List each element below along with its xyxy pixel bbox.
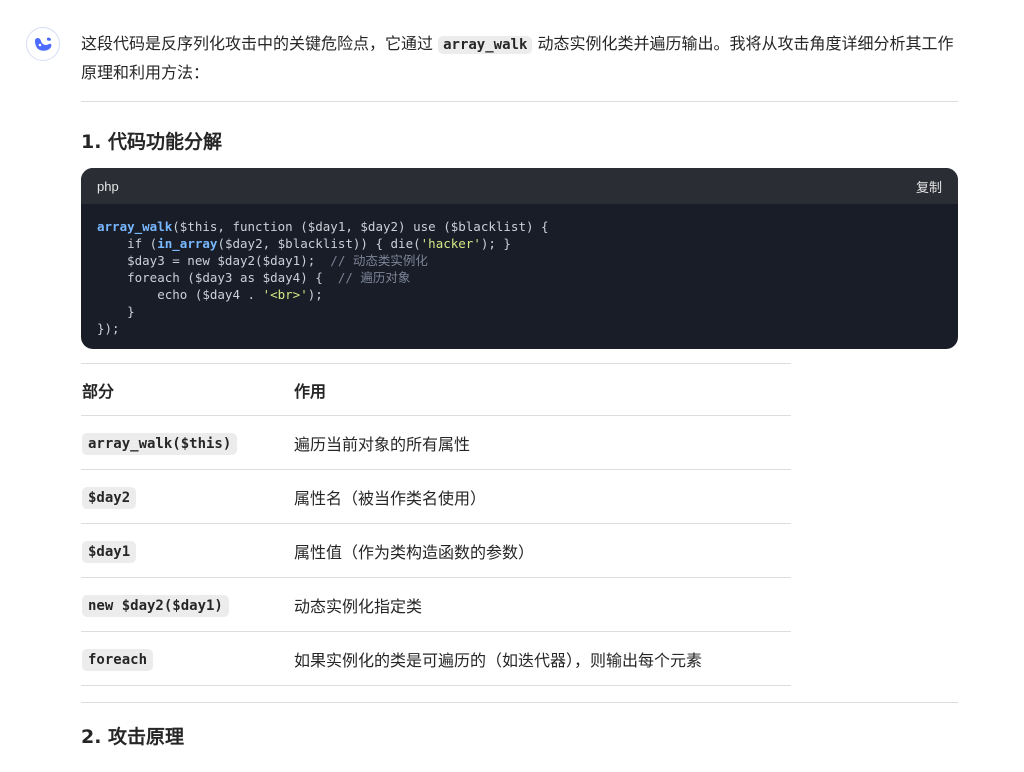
- table-cell-part: new $day2($day1): [81, 577, 293, 632]
- table-code: new $day2($day1): [82, 595, 229, 617]
- table-row: new $day2($day1) 动态实例化指定类: [81, 577, 791, 632]
- code-line: $day3 = new $day2($day1); // 动态类实例化: [97, 253, 428, 268]
- code-block: php 复制 array_walk($this, function ($day1…: [81, 168, 958, 349]
- code-language-label: php: [97, 178, 119, 194]
- table-code: $day1: [82, 541, 137, 563]
- table-header-role: 作用: [293, 363, 791, 416]
- table-cell-role: 遍历当前对象的所有属性: [293, 415, 791, 470]
- inline-code-array-walk: array_walk: [438, 36, 533, 54]
- table-cell-part: array_walk($this): [81, 415, 293, 470]
- table-code: foreach: [82, 649, 154, 671]
- divider: [81, 101, 958, 102]
- assistant-avatar: [26, 27, 60, 61]
- intro-paragraph: 这段代码是反序列化攻击中的关键危险点，它通过 array_walk 动态实例化类…: [81, 30, 958, 87]
- copy-button[interactable]: 复制: [916, 177, 942, 196]
- code-line: });: [97, 321, 120, 336]
- table-row: foreach 如果实例化的类是可遍历的（如迭代器），则输出每个元素: [81, 631, 791, 686]
- code-line: if (in_array($day2, $blacklist)) { die('…: [97, 236, 511, 251]
- whale-logo-icon: [35, 37, 52, 51]
- function-table: 部分 作用 array_walk($this) 遍历当前对象的所有属性 $day…: [81, 363, 791, 686]
- code-line: foreach ($day3 as $day4) { // 遍历对象: [97, 270, 411, 285]
- table-header-row: 部分 作用: [81, 363, 791, 416]
- code-block-header: php 复制: [81, 168, 958, 204]
- section-2-heading: 2. 攻击原理: [81, 726, 185, 748]
- table-cell-part: $day1: [81, 523, 293, 578]
- table-cell-role: 如果实例化的类是可遍历的（如迭代器），则输出每个元素: [293, 631, 791, 686]
- code-line: array_walk($this, function ($day1, $day2…: [97, 219, 549, 234]
- assistant-message: 这段代码是反序列化攻击中的关键危险点，它通过 array_walk 动态实例化类…: [81, 30, 958, 751]
- divider: [81, 702, 958, 703]
- table-row: $day1 属性值（作为类构造函数的参数）: [81, 523, 791, 578]
- table-code: array_walk($this): [82, 433, 238, 455]
- table-cell-role: 属性名（被当作类名使用）: [293, 469, 791, 524]
- table-cell-role: 动态实例化指定类: [293, 577, 791, 632]
- table-code: $day2: [82, 487, 137, 509]
- section-1-heading: 1. 代码功能分解: [81, 131, 223, 153]
- table-cell-part: $day2: [81, 469, 293, 524]
- code-line: echo ($day4 . '<br>');: [97, 287, 323, 302]
- table-row: $day2 属性名（被当作类名使用）: [81, 469, 791, 524]
- intro-text-1: 这段代码是反序列化攻击中的关键危险点，它通过: [81, 34, 439, 53]
- table-cell-part: foreach: [81, 631, 293, 686]
- table-header-part: 部分: [81, 363, 293, 416]
- code-line: }: [97, 304, 135, 319]
- table-row: array_walk($this) 遍历当前对象的所有属性: [81, 415, 791, 470]
- code-content: array_walk($this, function ($day1, $day2…: [81, 204, 958, 349]
- table-cell-role: 属性值（作为类构造函数的参数）: [293, 523, 791, 578]
